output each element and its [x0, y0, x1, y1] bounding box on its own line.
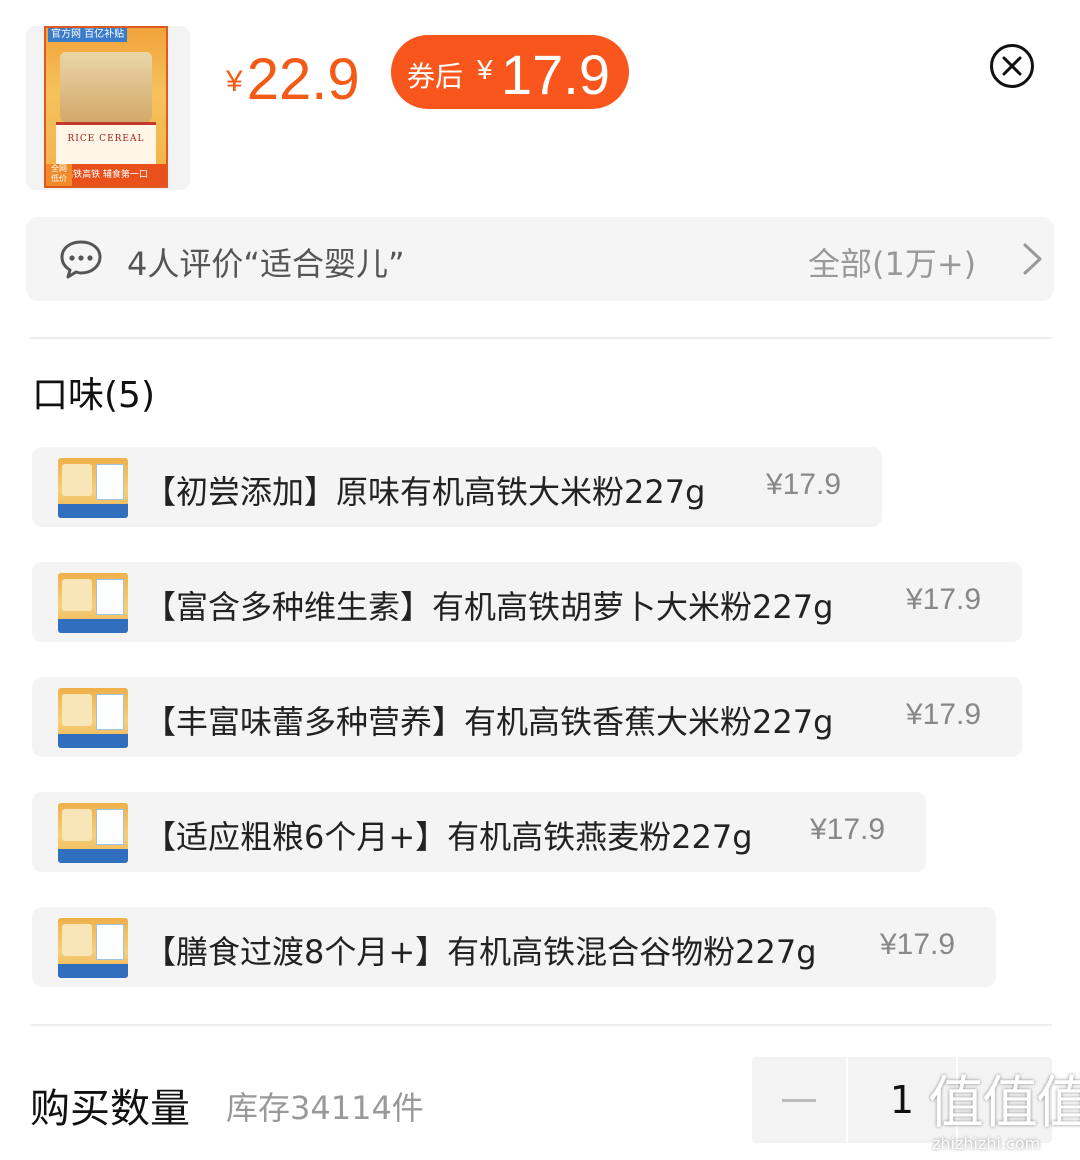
flavor-thumbnail	[58, 688, 128, 748]
flavor-option[interactable]: 【丰富味蕾多种营养】有机高铁香蕉大米粉227g ¥17.9	[32, 677, 1022, 757]
minus-icon	[782, 1099, 816, 1102]
flavor-option-name: 【丰富味蕾多种营养】有机高铁香蕉大米粉227g	[144, 703, 834, 741]
flavor-option[interactable]: 【初尝添加】原味有机高铁大米粉227g ¥17.9	[32, 447, 882, 527]
coupon-currency: ¥	[477, 54, 493, 85]
quantity-decrement-button[interactable]	[752, 1057, 846, 1143]
flavor-thumbnail	[58, 458, 128, 518]
flavor-thumbnail	[58, 918, 128, 978]
close-icon	[1002, 56, 1022, 76]
flavor-option-name: 【膳食过渡8个月+】有机高铁混合谷物粉227g	[144, 933, 817, 971]
flavor-option-name: 【富含多种维生素】有机高铁胡萝卜大米粉227g	[144, 588, 834, 626]
review-summary-text: 4人评价“适合婴儿”	[127, 245, 405, 283]
chevron-right-icon	[1023, 243, 1042, 275]
product-image[interactable]: 官方网 百亿补贴 RICE CEREAL 高铁高铁 辅食第一口 全网 低价	[26, 26, 190, 190]
flavor-option-price: ¥17.9	[766, 468, 842, 501]
box-badge: 官方网 百亿补贴	[48, 28, 128, 42]
flavor-option-price: ¥17.9	[906, 698, 982, 731]
currency-symbol: ¥	[226, 65, 243, 98]
all-reviews-link[interactable]: 全部(1万+)	[808, 239, 976, 285]
flavor-option-price: ¥17.9	[810, 813, 886, 846]
review-summary-bar[interactable]: 4人评价“适合婴儿” 全部(1万+)	[26, 217, 1054, 301]
coupon-price-badge: 券后 ¥ 17.9	[391, 35, 629, 109]
flavor-option-name: 【初尝添加】原味有机高铁大米粉227g	[144, 473, 706, 511]
flavor-option[interactable]: 【富含多种维生素】有机高铁胡萝卜大米粉227g ¥17.9	[32, 562, 1022, 642]
box-label: RICE CEREAL	[56, 122, 156, 165]
coupon-price-value: 17.9	[501, 43, 610, 106]
chat-bubble-icon	[60, 240, 102, 279]
rice-cereal-box-image: 官方网 百亿补贴 RICE CEREAL 高铁高铁 辅食第一口 全网 低价	[44, 26, 168, 188]
divider	[30, 1024, 1052, 1026]
box-corner: 全网 低价	[46, 164, 72, 186]
flavor-option-name: 【适应粗粮6个月+】有机高铁燕麦粉227g	[144, 818, 753, 856]
coupon-label: 券后	[407, 60, 464, 93]
watermark-url: zhizhizhi.com	[932, 1134, 1041, 1153]
divider	[30, 337, 1052, 339]
original-price-value: 22.9	[246, 47, 360, 112]
close-button[interactable]	[990, 44, 1034, 88]
flavor-option[interactable]: 【膳食过渡8个月+】有机高铁混合谷物粉227g ¥17.9	[32, 907, 996, 987]
flavor-option[interactable]: 【适应粗粮6个月+】有机高铁燕麦粉227g ¥17.9	[32, 792, 926, 872]
flavor-thumbnail	[58, 803, 128, 863]
stock-count: 库存34114件	[226, 1089, 424, 1127]
flavor-thumbnail	[58, 573, 128, 633]
flavor-option-price: ¥17.9	[880, 928, 956, 961]
original-price: ¥22.9	[226, 46, 360, 113]
watermark: 值值值 zhizhizhi.com	[928, 1074, 1080, 1154]
flavor-option-price: ¥17.9	[906, 583, 982, 616]
box-window	[60, 52, 152, 122]
flavor-section-title: 口味(5)	[32, 375, 155, 416]
quantity-label: 购买数量	[30, 1086, 190, 1132]
watermark-logo: 值值值	[928, 1071, 1080, 1136]
